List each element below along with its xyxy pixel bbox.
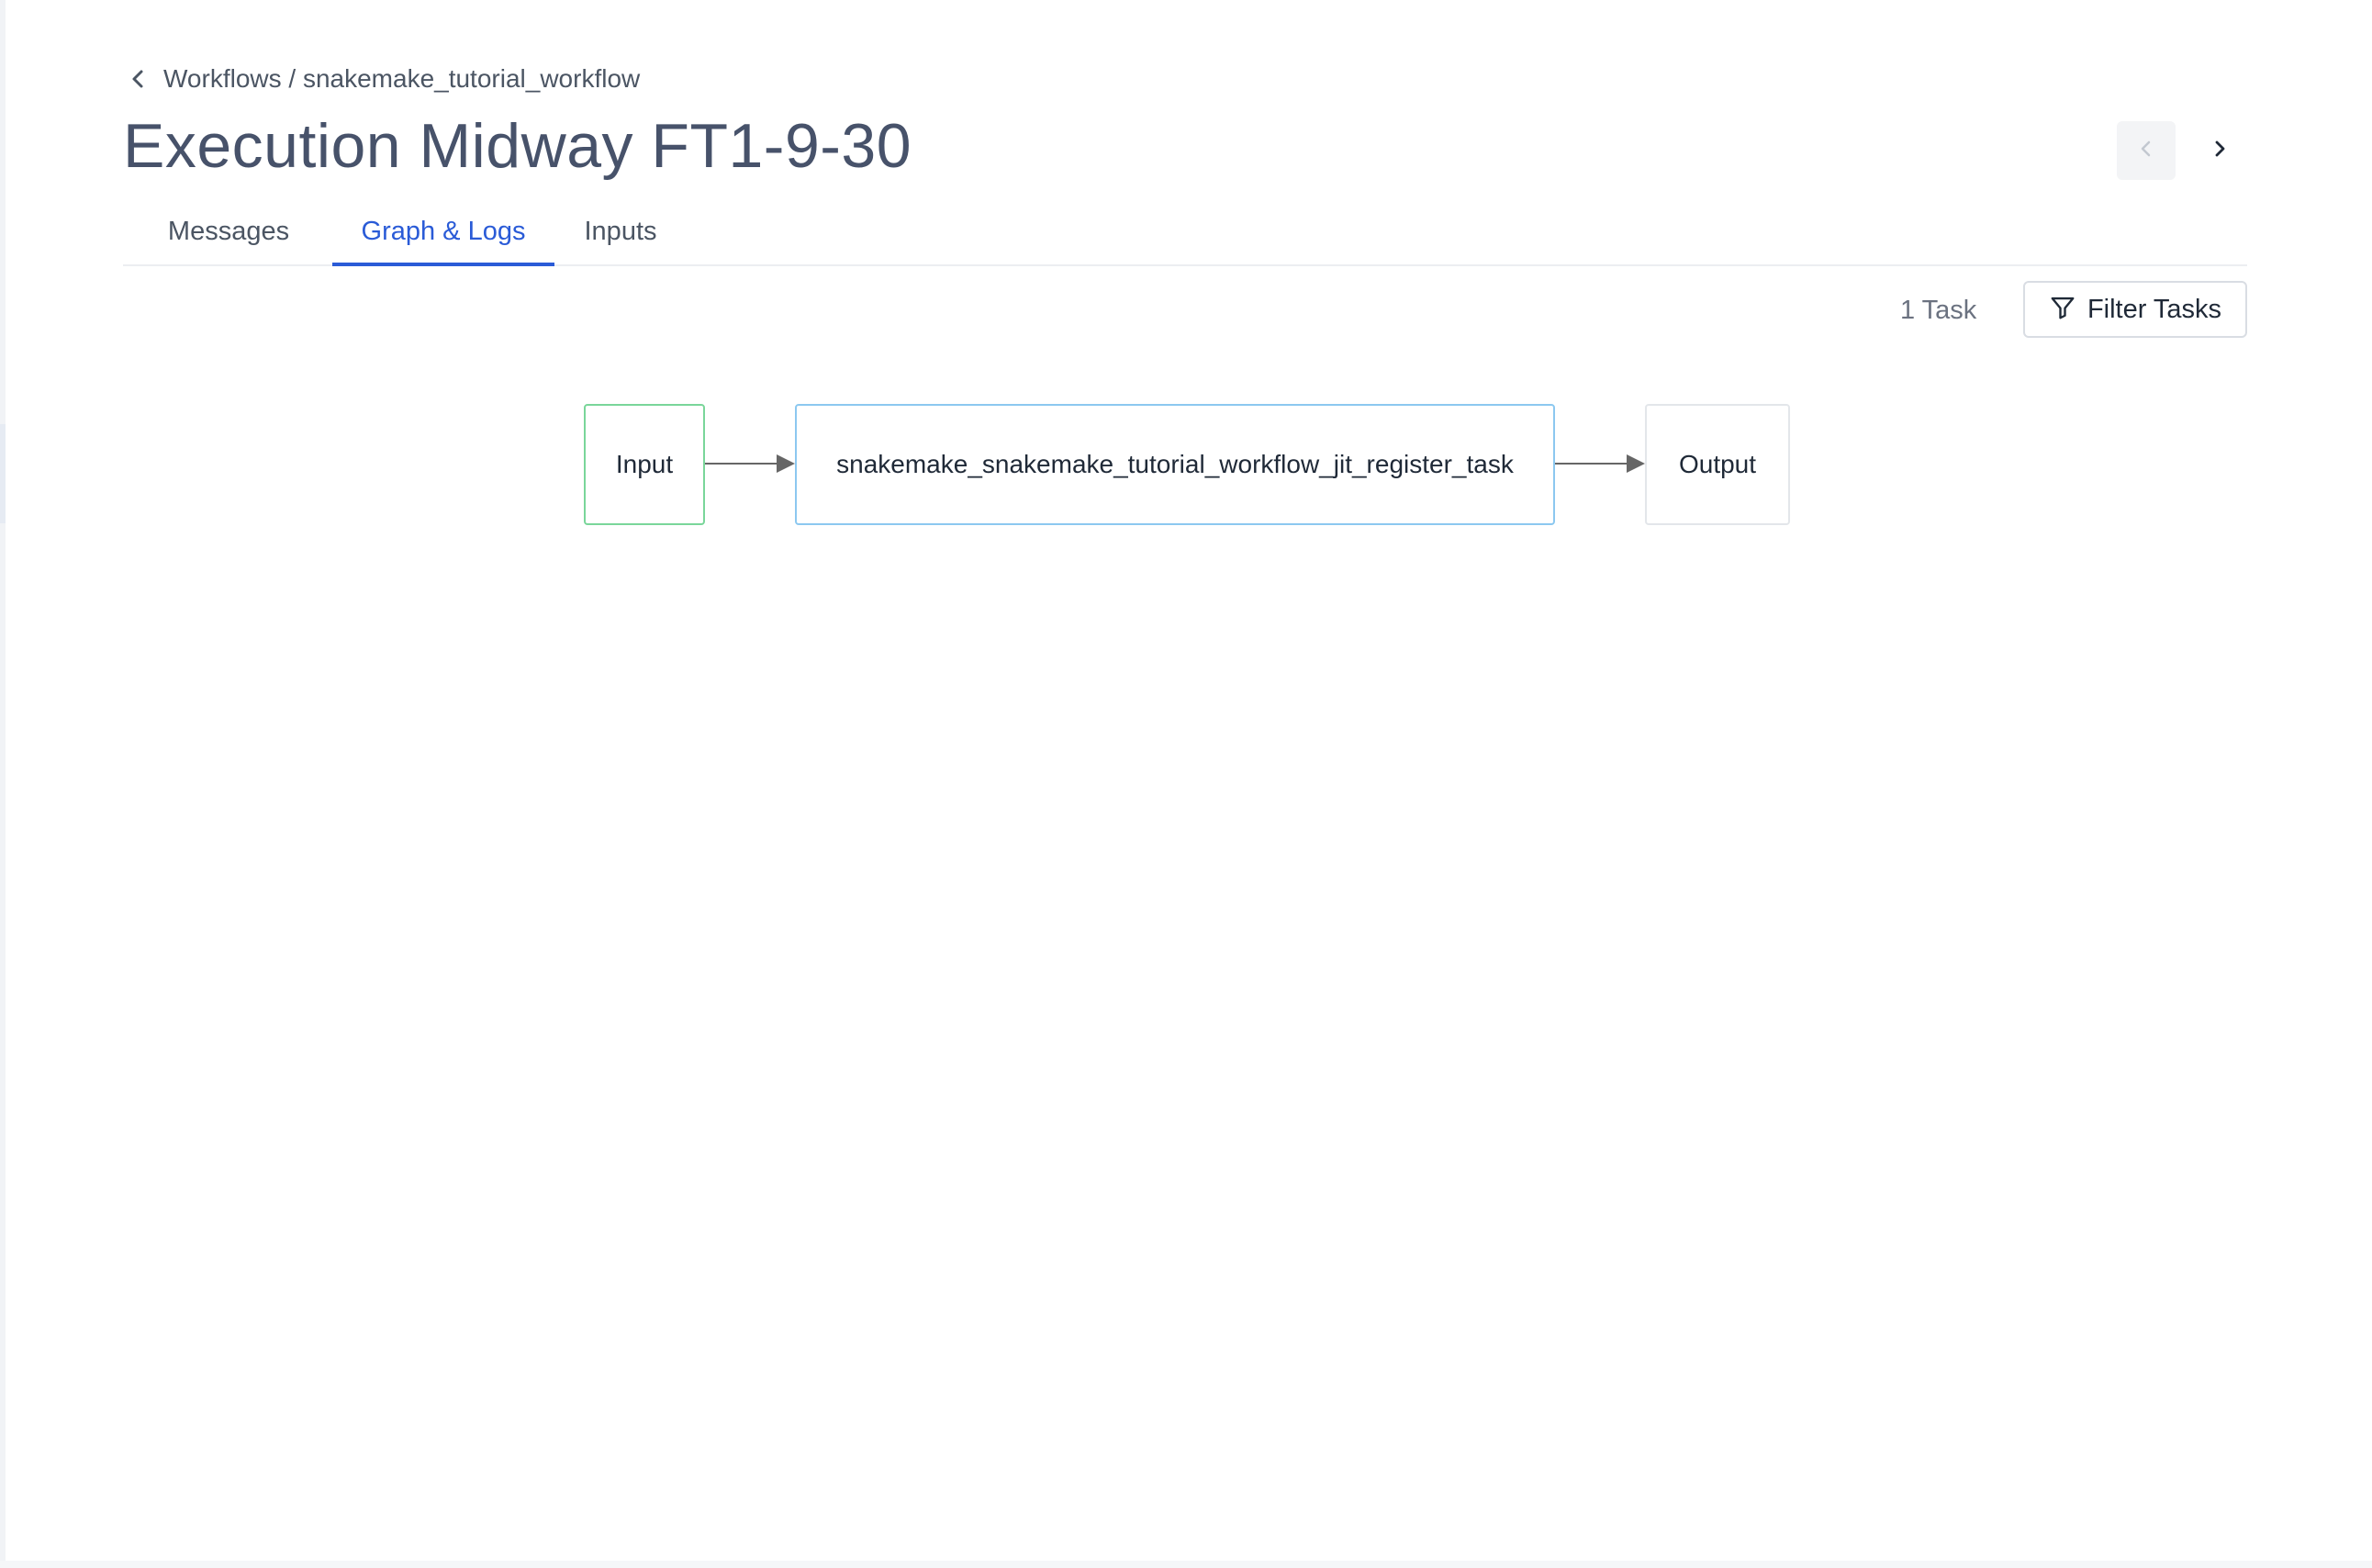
bottom-strip xyxy=(0,1561,2372,1568)
graph-node-input[interactable]: Input xyxy=(584,404,705,525)
filter-tasks-label: Filter Tasks xyxy=(2087,294,2222,324)
tab-graph-and-logs[interactable]: Graph & Logs xyxy=(332,206,554,266)
left-edge-strip xyxy=(0,0,6,1568)
page-title: Execution Midway FT1-9-30 xyxy=(123,111,912,181)
chevron-left-icon[interactable] xyxy=(125,65,152,93)
graph-node-output[interactable]: Output xyxy=(1645,404,1790,525)
breadcrumb-link[interactable]: Workflows / snakemake_tutorial_workflow xyxy=(163,64,640,94)
graph-node-task[interactable]: snakemake_snakemake_tutorial_workflow_ji… xyxy=(795,404,1555,525)
workflow-graph: Input snakemake_snakemake_tutorial_workf… xyxy=(569,395,1799,542)
previous-execution-button[interactable] xyxy=(2117,121,2176,180)
tab-messages[interactable]: Messages xyxy=(123,206,334,264)
tab-inputs[interactable]: Inputs xyxy=(554,206,687,264)
filter-funnel-icon xyxy=(2049,294,2076,326)
tab-bar: Messages Graph & Logs Inputs xyxy=(123,206,2247,266)
breadcrumb: Workflows / snakemake_tutorial_workflow xyxy=(125,61,640,97)
next-execution-button[interactable] xyxy=(2190,121,2249,180)
task-count: 1 Task xyxy=(1900,296,1977,325)
chevron-left-icon xyxy=(2137,138,2155,164)
filter-tasks-button[interactable]: Filter Tasks xyxy=(2023,281,2247,338)
left-edge-handle xyxy=(0,424,6,523)
chevron-right-icon xyxy=(2210,138,2229,164)
